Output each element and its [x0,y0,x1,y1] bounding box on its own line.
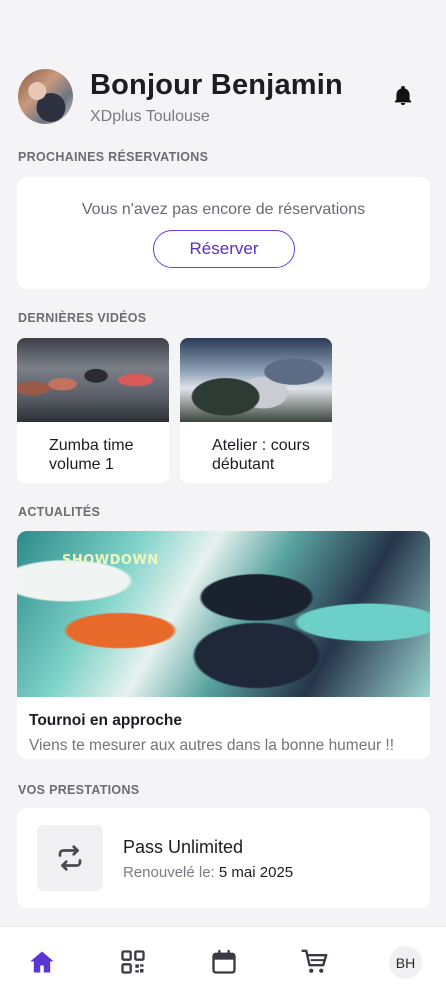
section-title-prestations: VOS PRESTATIONS [18,783,140,797]
news-description: Viens te mesurer aux autres dans la bonn… [29,737,395,754]
video-thumbnail [180,338,332,422]
renewal-date: 5 mai 2025 [218,864,294,881]
prestation-card[interactable]: Pass Unlimited Renouvelé le: 5 mai 2025 [17,808,430,908]
qr-code-icon [121,950,145,974]
tab-home[interactable] [26,947,58,977]
repeat-icon [58,845,82,871]
video-title: Zumba time volume 1 [49,437,134,473]
video-thumbnail [17,338,169,422]
news-image-text: SHOWDOWN [62,553,159,568]
reservations-empty-text: Vous n'avez pas encore de réservations [81,201,366,218]
greeting-title: Bonjour Benjamin [90,69,343,101]
section-title-reservations: PROCHAINES RÉSERVATIONS [18,150,209,164]
news-image: SHOWDOWN [17,531,430,697]
club-name: XDplus Toulouse [90,108,210,125]
calendar-icon [212,949,236,974]
tab-profile[interactable]: BH [389,946,422,979]
video-card[interactable]: Zumba time volume 1 [17,338,169,483]
section-title-news: ACTUALITÉS [18,505,101,519]
video-title: Atelier : cours débutant [212,437,310,473]
tab-calendar[interactable] [208,947,240,977]
tab-qr-code[interactable] [117,947,149,977]
header: Bonjour Benjamin XDplus Toulouse [18,69,428,125]
video-card[interactable]: Atelier : cours débutant [180,338,332,483]
news-title: Tournoi en approche [29,712,182,729]
renewal-label: Renouvelé le: [123,864,215,881]
bottom-tab-bar: BH [0,926,446,993]
bell-icon[interactable] [392,84,414,108]
cart-icon [301,949,328,973]
tab-cart[interactable] [299,947,331,977]
avatar[interactable] [18,69,73,124]
home-icon [30,951,54,973]
section-title-videos: DERNIÈRES VIDÉOS [18,311,147,325]
news-card[interactable]: SHOWDOWN Tournoi en approche Viens te me… [17,531,430,759]
prestation-renewal: Renouvelé le: 5 mai 2025 [123,864,293,881]
reservations-card: Vous n'avez pas encore de réservations R… [17,177,430,289]
prestation-icon-box [37,825,103,891]
reserve-button[interactable]: Réserver [153,230,295,268]
prestation-name: Pass Unlimited [123,837,244,857]
